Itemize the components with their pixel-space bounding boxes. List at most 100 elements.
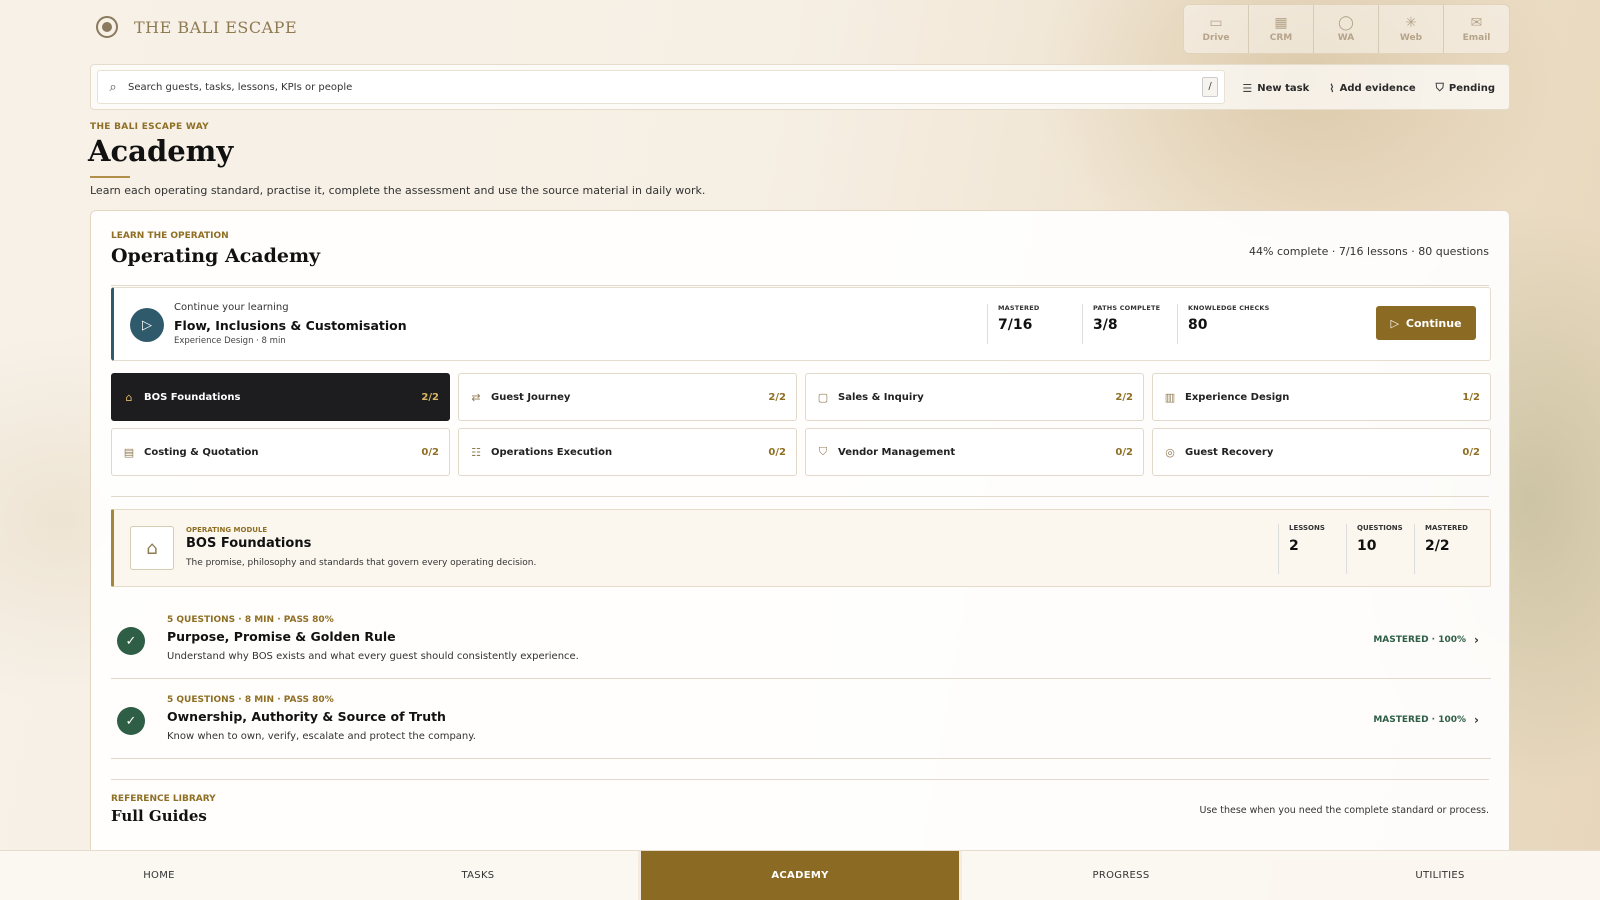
lesson-row[interactable]: ✓ 5 QUESTIONS · 8 MIN · PASS 80% Ownersh… — [111, 681, 1491, 759]
lesson-description: Understand why BOS exists and what every… — [167, 651, 579, 662]
stat-value: 80 — [1188, 317, 1208, 333]
lesson-status[interactable]: MASTERED · 100% › — [1373, 633, 1479, 647]
path-label: Guest Recovery — [1185, 446, 1274, 458]
learning-stats: MASTERED 7/16 PATHS COMPLETE 3/8 KNOWLED… — [987, 304, 1272, 344]
brand[interactable]: THE BALI ESCAPE — [96, 16, 297, 38]
stat-label: QUESTIONS — [1357, 524, 1403, 532]
module-card: ⌂ OPERATING MODULE BOS Foundations The p… — [111, 509, 1491, 587]
current-lesson-meta: Experience Design · 8 min — [174, 336, 286, 346]
chat-icon: ◯ — [1338, 14, 1354, 31]
lesson-description: Know when to own, verify, escalate and p… — [167, 731, 476, 742]
chevron-right-icon: › — [1474, 633, 1479, 647]
app-shortcuts: ▭ Drive ▦ CRM ◯ WA ✳ Web ✉ Email — [1183, 4, 1510, 54]
stat-value: 2/2 — [1425, 538, 1450, 554]
continue-learning-card[interactable]: ▷ Continue your learning Flow, Inclusion… — [111, 287, 1491, 361]
nav-home[interactable]: HOME — [0, 851, 319, 900]
new-task-button[interactable]: ☰ New task — [1242, 82, 1309, 95]
academy-panel: LEARN THE OPERATION Operating Academy 44… — [90, 210, 1510, 860]
stat-label: LESSONS — [1289, 524, 1325, 532]
app-web[interactable]: ✳ Web — [1379, 5, 1444, 53]
palm-logo-icon — [96, 16, 118, 38]
search-field[interactable]: ⌕ / — [97, 70, 1225, 104]
search-icon: ⌕ — [109, 79, 117, 95]
path-guest-recovery[interactable]: ◎ Guest Recovery 0/2 — [1152, 428, 1491, 476]
path-experience-design[interactable]: ▥ Experience Design 1/2 — [1152, 373, 1491, 421]
lifebuoy-icon: ◎ — [1165, 445, 1175, 459]
continue-kicker: Continue your learning — [174, 302, 289, 313]
status-label: MASTERED · 100% — [1373, 715, 1467, 725]
map-icon: ▥ — [1164, 390, 1176, 404]
status-label: MASTERED · 100% — [1373, 635, 1467, 645]
stat-questions: QUESTIONS 10 — [1346, 524, 1414, 574]
panel-eyebrow: LEARN THE OPERATION — [111, 231, 229, 241]
module-description: The promise, philosophy and standards th… — [186, 558, 537, 568]
page-description: Learn each operating standard, practise … — [90, 184, 706, 197]
path-label: Experience Design — [1185, 391, 1290, 403]
path-sales-inquiry[interactable]: ▢ Sales & Inquiry 2/2 — [805, 373, 1144, 421]
path-count: 2/2 — [1115, 391, 1133, 403]
play-icon[interactable]: ▷ — [130, 308, 164, 342]
stat-value: 3/8 — [1093, 317, 1118, 333]
folder-icon: ▭ — [1209, 14, 1223, 31]
library-note: Use these when you need the complete sta… — [1199, 805, 1489, 816]
button-label: New task — [1257, 82, 1310, 94]
path-label: BOS Foundations — [144, 391, 241, 403]
nav-academy[interactable]: ACADEMY — [638, 851, 962, 900]
shortcut-key: / — [1202, 77, 1218, 97]
path-label: Vendor Management — [838, 446, 956, 458]
bank-icon: ⌂ — [130, 526, 174, 570]
app-label: WA — [1337, 32, 1355, 43]
app-crm[interactable]: ▦ CRM — [1249, 5, 1314, 53]
search-input[interactable] — [128, 81, 1202, 93]
pending-button[interactable]: ⛉ Pending — [1436, 81, 1495, 95]
path-label: Guest Journey — [491, 391, 571, 403]
mail-icon: ✉ — [1470, 14, 1483, 31]
path-count: 0/2 — [1462, 446, 1480, 458]
stat-mastered: MASTERED 2/2 — [1414, 524, 1482, 574]
path-bos-foundations[interactable]: ⌂ BOS Foundations 2/2 — [111, 373, 450, 421]
path-operations-execution[interactable]: ☷ Operations Execution 0/2 — [458, 428, 797, 476]
path-costing-quotation[interactable]: ▤ Costing & Quotation 0/2 — [111, 428, 450, 476]
bank-icon: ⌂ — [125, 390, 133, 404]
divider — [111, 496, 1489, 497]
path-label: Sales & Inquiry — [838, 391, 924, 403]
stat-label: MASTERED — [998, 304, 1040, 312]
nav-tasks[interactable]: TASKS — [319, 851, 638, 900]
app-label: Web — [1399, 32, 1423, 43]
check-icon: ✓ — [117, 707, 145, 735]
path-vendor-management[interactable]: ⛉ Vendor Management 0/2 — [805, 428, 1144, 476]
chevron-right-icon: › — [1474, 713, 1479, 727]
divider — [111, 779, 1489, 780]
nav-progress[interactable]: PROGRESS — [962, 851, 1281, 900]
quick-actions: ☰ New task ⌇ Add evidence ⛉ Pending — [1242, 65, 1495, 111]
lesson-meta: 5 QUESTIONS · 8 MIN · PASS 80% — [167, 695, 334, 705]
path-label: Operations Execution — [491, 446, 613, 458]
globe-icon: ✳ — [1405, 14, 1417, 31]
title-underline — [90, 176, 130, 178]
bottom-nav: HOME TASKS ACADEMY PROGRESS UTILITIES — [0, 850, 1600, 900]
nav-utilities[interactable]: UTILITIES — [1281, 851, 1600, 900]
lesson-row[interactable]: ✓ 5 QUESTIONS · 8 MIN · PASS 80% Purpose… — [111, 601, 1491, 679]
continue-button[interactable]: ▷ Continue — [1376, 306, 1476, 340]
panel-title: Operating Academy — [111, 245, 321, 267]
path-count: 0/2 — [1115, 446, 1133, 458]
progress-summary: 44% complete · 7/16 lessons · 80 questio… — [1249, 245, 1489, 258]
stat-label: KNOWLEDGE CHECKS — [1188, 304, 1270, 312]
app-wa[interactable]: ◯ WA — [1314, 5, 1379, 53]
receipt-icon: ▤ — [123, 445, 135, 459]
path-count: 2/2 — [768, 391, 786, 403]
lesson-title: Purpose, Promise & Golden Rule — [167, 629, 396, 644]
current-lesson-title: Flow, Inclusions & Customisation — [174, 318, 407, 333]
lesson-title: Ownership, Authority & Source of Truth — [167, 709, 446, 724]
add-evidence-button[interactable]: ⌇ Add evidence — [1329, 82, 1415, 95]
button-label: Add evidence — [1339, 82, 1416, 94]
app-drive[interactable]: ▭ Drive — [1184, 5, 1249, 53]
path-guest-journey[interactable]: ⇄ Guest Journey 2/2 — [458, 373, 797, 421]
app-label: Email — [1462, 32, 1491, 43]
page-eyebrow: THE BALI ESCAPE WAY — [90, 122, 209, 132]
play-icon: ▷ — [1390, 316, 1399, 330]
app-email[interactable]: ✉ Email — [1444, 5, 1509, 53]
search-bar: ⌕ / ☰ New task ⌇ Add evidence ⛉ Pending — [90, 64, 1510, 110]
library-title: Full Guides — [111, 807, 207, 825]
lesson-status[interactable]: MASTERED · 100% › — [1373, 713, 1479, 727]
